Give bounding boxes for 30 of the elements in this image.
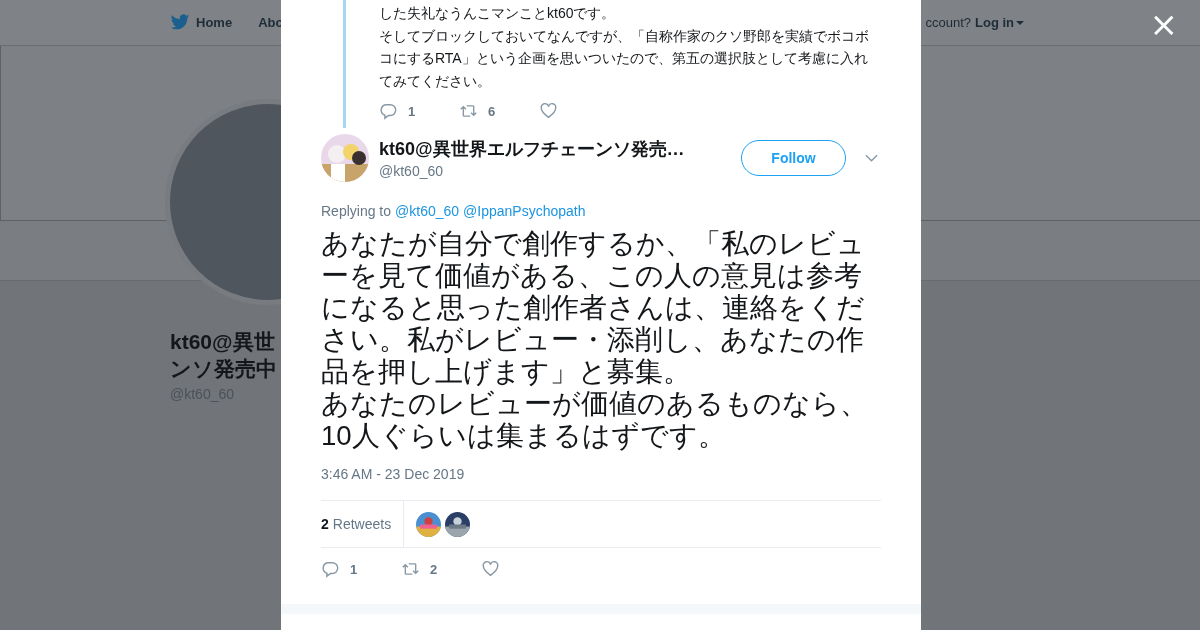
follow-button[interactable]: Follow — [741, 140, 846, 176]
tweet-text: あなたが自分で創作するか、「私のレビューを見て価値がある、この人の意見は参考になると思った創作者さんは、連絡をください。私がレビュー・添削し、あなたの作品を押し上げます」と募集。 — [321, 228, 866, 388]
replying-label: Replying to — [321, 203, 392, 219]
login-link[interactable]: Log in — [975, 15, 1024, 30]
profile-name: kt60@異世 — [170, 329, 276, 355]
tweet-text: そしてブロックしておいてなんですが、「自称作家のクソ野郎を実績でボコボコにするRTA」という企画を思いついたので、第五の選択肢として考慮に入れてみてください。 — [379, 26, 870, 91]
retweet-action[interactable]: 2 — [401, 560, 481, 578]
retweet-count[interactable]: 2 Retweets — [321, 501, 405, 547]
retweet-action[interactable]: 6 — [459, 102, 539, 120]
mention-link[interactable]: @IppanPsychopath — [463, 203, 586, 219]
tweet-text: した失礼なうんこマンことkt60です。 — [379, 4, 617, 23]
author-handle: @kt60_60 — [379, 163, 445, 179]
profile-name: ンソ発売中 — [170, 356, 277, 382]
retweet-icon — [401, 560, 420, 578]
reply-action[interactable]: 1 — [379, 102, 459, 120]
bird-icon — [170, 14, 190, 31]
account-prompt: ccount? — [925, 15, 971, 30]
retweet-icon — [459, 102, 478, 120]
close-button[interactable]: × — [1149, 8, 1178, 40]
heart-icon — [481, 560, 500, 578]
tweet-timestamp: 3:46 AM - 23 Dec 2019 — [321, 466, 466, 484]
reply-icon — [379, 102, 398, 120]
author-name: kt60@異世界エルフチェーンソ発売… — [379, 138, 686, 161]
nav-link[interactable]: Home — [170, 14, 233, 31]
reply-icon — [321, 560, 340, 578]
chevron-down-icon[interactable] — [865, 154, 878, 162]
heart-icon — [539, 102, 558, 120]
tweet-text: あなたのレビューが価値のあるものなら、10人ぐらいは集まるはずです。 — [321, 388, 869, 452]
reply-action[interactable]: 1 — [321, 560, 401, 578]
mention-link[interactable]: @kt60_60 — [395, 203, 460, 219]
